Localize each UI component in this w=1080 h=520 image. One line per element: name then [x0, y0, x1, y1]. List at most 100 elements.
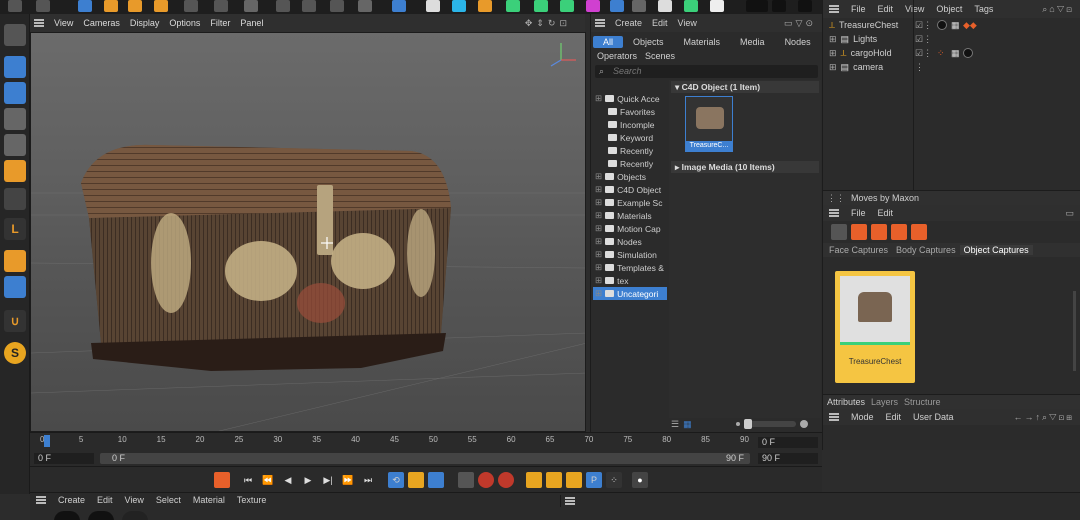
- menu-user-data[interactable]: User Data: [913, 412, 954, 422]
- moves-record-icon[interactable]: [831, 224, 847, 240]
- axis-mode-icon[interactable]: L: [4, 218, 26, 240]
- tab-nodes[interactable]: Nodes: [775, 36, 821, 48]
- tree-item[interactable]: Recently: [593, 157, 667, 170]
- expand-icon[interactable]: ⊞: [595, 288, 602, 299]
- select-tool-icon[interactable]: [78, 0, 92, 12]
- position-key-icon[interactable]: [526, 472, 542, 488]
- expand-icon[interactable]: ⊞: [595, 223, 602, 234]
- point-level-icon[interactable]: ⁘: [606, 472, 622, 488]
- menu-tags[interactable]: Tags: [974, 4, 993, 14]
- expand-icon[interactable]: ⊞: [595, 171, 602, 182]
- tab-operators[interactable]: Operators: [593, 50, 641, 62]
- material-tag-icon[interactable]: [937, 20, 947, 30]
- visibility-icon[interactable]: ☑⋮: [915, 20, 932, 31]
- tree-item[interactable]: ⊞ Objects: [593, 170, 667, 183]
- hamburger-icon[interactable]: [34, 19, 44, 27]
- object-row[interactable]: ⊞ ▤ camera ⋮: [823, 60, 1080, 74]
- autokey-off-icon[interactable]: [458, 472, 474, 488]
- menu-panel[interactable]: Panel: [240, 18, 263, 28]
- list-view-icon[interactable]: ☰: [671, 419, 679, 430]
- hamburger-icon[interactable]: [829, 413, 839, 421]
- menu-mode[interactable]: Mode: [851, 412, 874, 422]
- menu-edit[interactable]: Edit: [886, 412, 902, 422]
- texture-mode-icon[interactable]: [4, 82, 26, 104]
- menu-cameras[interactable]: Cameras: [83, 18, 120, 28]
- expand-icon[interactable]: ⊞: [829, 62, 837, 73]
- points-mode-icon[interactable]: [4, 108, 26, 130]
- tab-attributes[interactable]: Attributes: [827, 397, 865, 407]
- section-c4d-object[interactable]: ▾ C4D Object (1 Item): [671, 81, 819, 93]
- tree-item[interactable]: ⊞ Materials: [593, 209, 667, 222]
- moves-capture-icon[interactable]: [851, 224, 867, 240]
- tree-item[interactable]: Keyword: [593, 131, 667, 144]
- deformer-icon[interactable]: [560, 0, 574, 12]
- tree-item[interactable]: ⊞ C4D Object: [593, 183, 667, 196]
- tab-layers[interactable]: Layers: [871, 397, 898, 407]
- expand-icon[interactable]: ⊞: [595, 236, 602, 247]
- menu-object[interactable]: Object: [936, 4, 962, 14]
- panel-controls-icon[interactable]: ▭▽⊙: [784, 18, 816, 29]
- panel-toggle-icon[interactable]: ▭: [1065, 208, 1074, 219]
- redo-icon[interactable]: [36, 0, 50, 12]
- axis-y-icon[interactable]: [302, 0, 316, 12]
- timeline-ruler[interactable]: 0 5 10 15 20 25 30 35 40 45 50 55 60 65 70 75 80 85 90: [40, 435, 752, 447]
- menu-create[interactable]: Create: [615, 18, 642, 28]
- playhead[interactable]: [44, 435, 50, 447]
- tag-icon[interactable]: ⁘: [937, 48, 945, 59]
- menu-view[interactable]: View: [905, 4, 924, 14]
- hamburger-icon[interactable]: [829, 209, 839, 217]
- current-frame-field[interactable]: 0 F: [758, 437, 818, 448]
- tab-media[interactable]: Media: [730, 36, 775, 48]
- subdivision-icon[interactable]: [534, 0, 548, 12]
- menu-edit[interactable]: Edit: [652, 18, 668, 28]
- polygons-mode-icon[interactable]: [4, 160, 26, 182]
- object-manager-controls-icon[interactable]: ⌕⌂▽⊡: [1042, 4, 1074, 15]
- spline-icon[interactable]: [478, 0, 492, 12]
- tree-item[interactable]: ⊞ Templates &: [593, 261, 667, 274]
- tab-body-captures[interactable]: Body Captures: [892, 245, 960, 255]
- prev-frame-icon[interactable]: ◀: [280, 472, 296, 488]
- visibility-icon[interactable]: ☑⋮: [915, 34, 932, 45]
- axis-z-icon[interactable]: [330, 0, 344, 12]
- slider-handle[interactable]: [743, 419, 752, 429]
- tab-object-captures[interactable]: Object Captures: [959, 245, 1033, 255]
- tab-scenes[interactable]: Scenes: [641, 50, 679, 62]
- hamburger-icon[interactable]: [829, 5, 839, 13]
- layout-icon[interactable]: [746, 0, 768, 12]
- viewport-3d[interactable]: [30, 32, 586, 432]
- tree-item[interactable]: ⊞ Nodes: [593, 235, 667, 248]
- tab-structure[interactable]: Structure: [904, 397, 941, 407]
- expand-icon[interactable]: ⊞: [595, 262, 602, 273]
- tree-item[interactable]: Favorites: [593, 105, 667, 118]
- tree-item[interactable]: ⊞ Quick Acce: [593, 92, 667, 105]
- timeline[interactable]: 0 5 10 15 20 25 30 35 40 45 50 55 60 65 70 75 80 85 90 0 F…: [30, 432, 822, 466]
- object-row[interactable]: ⊞ ▤ Lights ☑⋮: [823, 32, 1080, 46]
- menu-edit[interactable]: Edit: [878, 4, 894, 14]
- tab-all[interactable]: All: [593, 36, 624, 48]
- coordinate-icon[interactable]: [244, 0, 258, 12]
- attributes-nav-icon[interactable]: ←→↑⌕▽⊡⊞: [1013, 412, 1074, 423]
- visibility-icon[interactable]: ⋮: [915, 62, 924, 73]
- hamburger-icon[interactable]: [565, 497, 575, 505]
- edges-mode-icon[interactable]: [4, 134, 26, 156]
- menu-display[interactable]: Display: [130, 18, 160, 28]
- next-frame-icon[interactable]: ▶|: [320, 472, 336, 488]
- model-mode-icon[interactable]: [4, 56, 26, 78]
- axis-x-icon[interactable]: [276, 0, 290, 12]
- texture-tag-icon[interactable]: ▦: [951, 20, 960, 31]
- moves-scrollbar[interactable]: [1073, 291, 1076, 371]
- expand-icon[interactable]: ⊞: [829, 48, 837, 59]
- grid-view-icon[interactable]: ▦: [683, 419, 692, 430]
- hamburger-icon[interactable]: [36, 496, 46, 504]
- record-icon[interactable]: [798, 0, 812, 12]
- menu-select[interactable]: Select: [156, 495, 181, 505]
- object-name[interactable]: cargoHold: [851, 48, 892, 58]
- range-slider[interactable]: 0 F 90 F: [100, 453, 750, 464]
- transform-tool-icon[interactable]: [184, 0, 198, 12]
- camera-tool-icon[interactable]: [684, 0, 698, 12]
- expand-icon[interactable]: ⊞: [595, 249, 602, 260]
- record-keys-icon[interactable]: [498, 472, 514, 488]
- object-name[interactable]: TreasureChest: [839, 20, 898, 30]
- solo-icon[interactable]: [4, 250, 26, 272]
- floor-icon[interactable]: [658, 0, 672, 12]
